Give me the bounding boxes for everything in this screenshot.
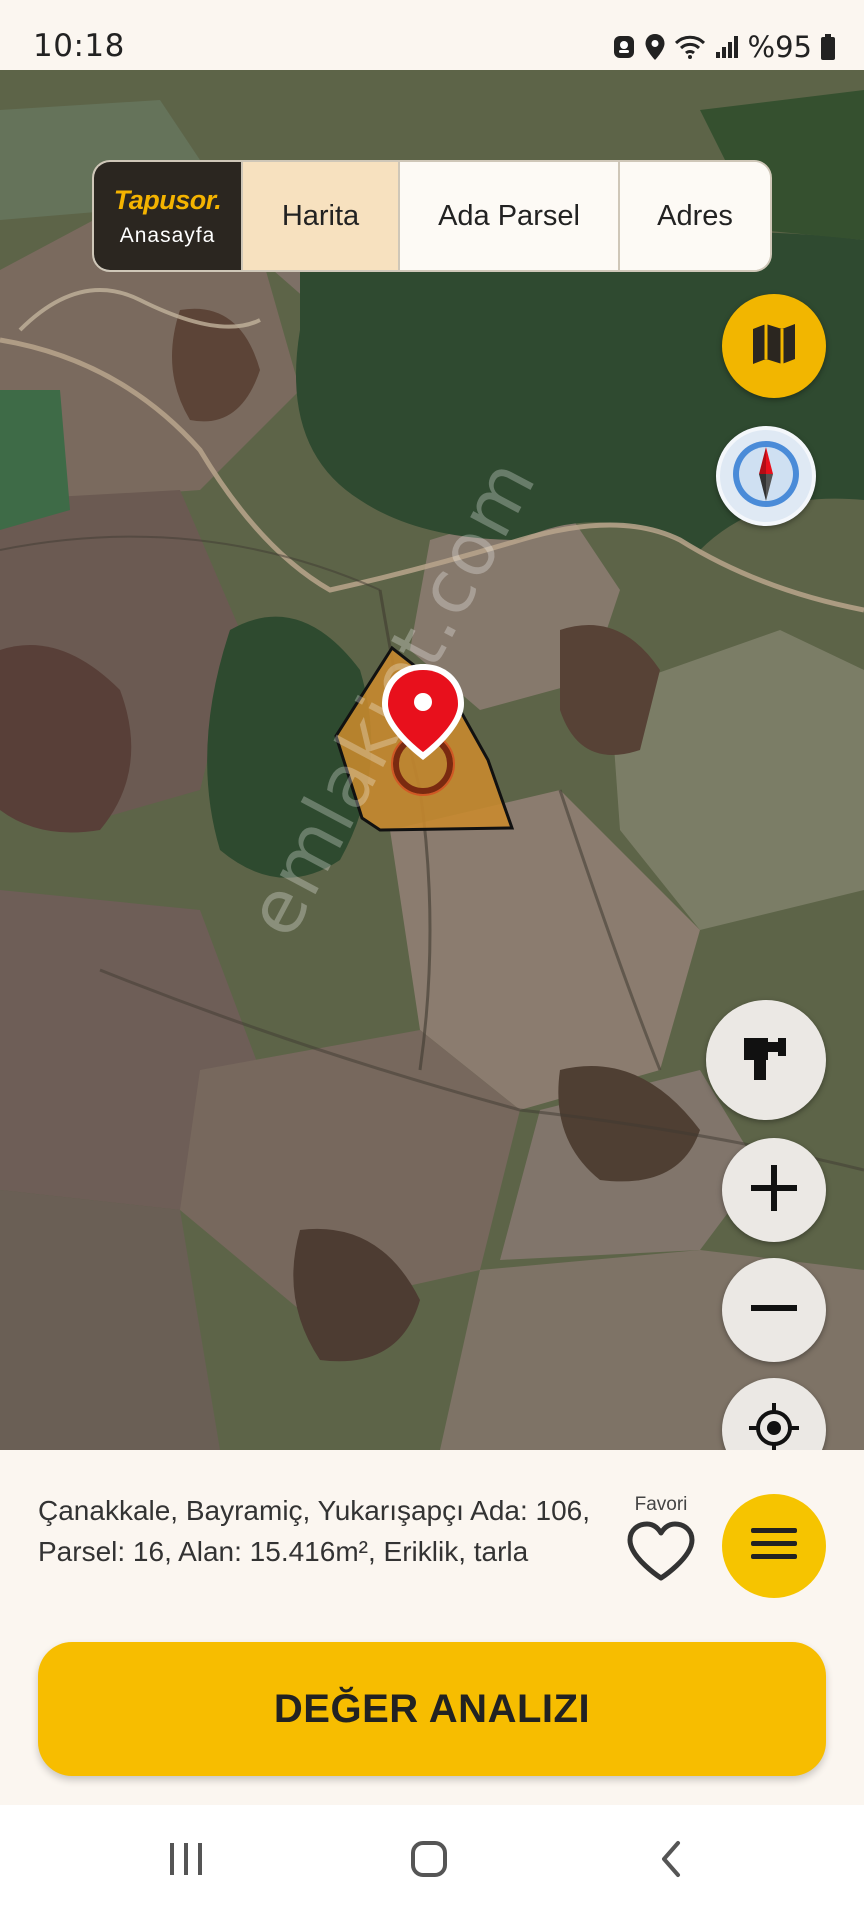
favorite-button[interactable]: Favori [620, 1494, 702, 1589]
wifi-icon [674, 34, 706, 60]
home-icon [409, 1841, 449, 1883]
status-icons: %95 [612, 30, 836, 64]
signal-icon [714, 34, 740, 60]
map-layers-button[interactable] [722, 294, 826, 398]
parcel-info-panel: Çanakkale, Bayramiç, Yukarışapçı Ada: 10… [0, 1450, 864, 1805]
tab-ada-parsel[interactable]: Ada Parsel [398, 162, 618, 270]
favorite-label: Favori [634, 1494, 688, 1515]
zoom-out-icon [747, 1281, 801, 1340]
measure-tool-button[interactable] [706, 1000, 826, 1120]
zoom-in-icon [747, 1161, 801, 1220]
home-logo-button[interactable]: Tapusor. Anasayfa [94, 162, 241, 270]
tab-harita[interactable]: Harita [241, 162, 398, 270]
top-tab-bar: Tapusor. Anasayfa Harita Ada Parsel Adre… [92, 160, 772, 272]
logo-subtitle: Anasayfa [119, 223, 216, 247]
my-location-icon [747, 1401, 801, 1450]
location-icon [644, 33, 666, 61]
notification-icon [612, 34, 636, 60]
tab-adres[interactable]: Adres [618, 162, 770, 270]
compass-button[interactable] [716, 426, 816, 526]
hamburger-menu-icon [749, 1524, 799, 1569]
back-button[interactable] [656, 1839, 686, 1884]
menu-button[interactable] [722, 1494, 826, 1598]
parcel-location-pin[interactable] [378, 660, 468, 810]
back-icon [656, 1841, 686, 1883]
status-time: 10:18 [33, 28, 125, 64]
logo-text: Tapusor. [113, 184, 222, 215]
value-analysis-button[interactable]: DEĞER ANALIZI [38, 1642, 826, 1776]
zoom-out-button[interactable] [722, 1258, 826, 1362]
heart-icon [625, 1521, 697, 1588]
map-layers-icon [749, 319, 799, 374]
recent-apps-icon [166, 1843, 206, 1883]
status-bar: 10:18 %95 [0, 0, 864, 70]
zoom-in-button[interactable] [722, 1138, 826, 1242]
recent-apps-button[interactable] [166, 1839, 206, 1884]
home-button[interactable] [409, 1839, 449, 1884]
compass-icon [731, 439, 801, 514]
measure-icon [740, 1032, 792, 1089]
system-navigation-bar [0, 1805, 864, 1920]
parcel-info-text: Çanakkale, Bayramiç, Yukarışapçı Ada: 10… [38, 1495, 591, 1567]
battery-percent: %95 [747, 30, 812, 64]
satellite-map[interactable]: emlakjet.com Tapusor. Anasayfa Harita Ad… [0, 70, 864, 1450]
battery-icon [820, 33, 836, 61]
